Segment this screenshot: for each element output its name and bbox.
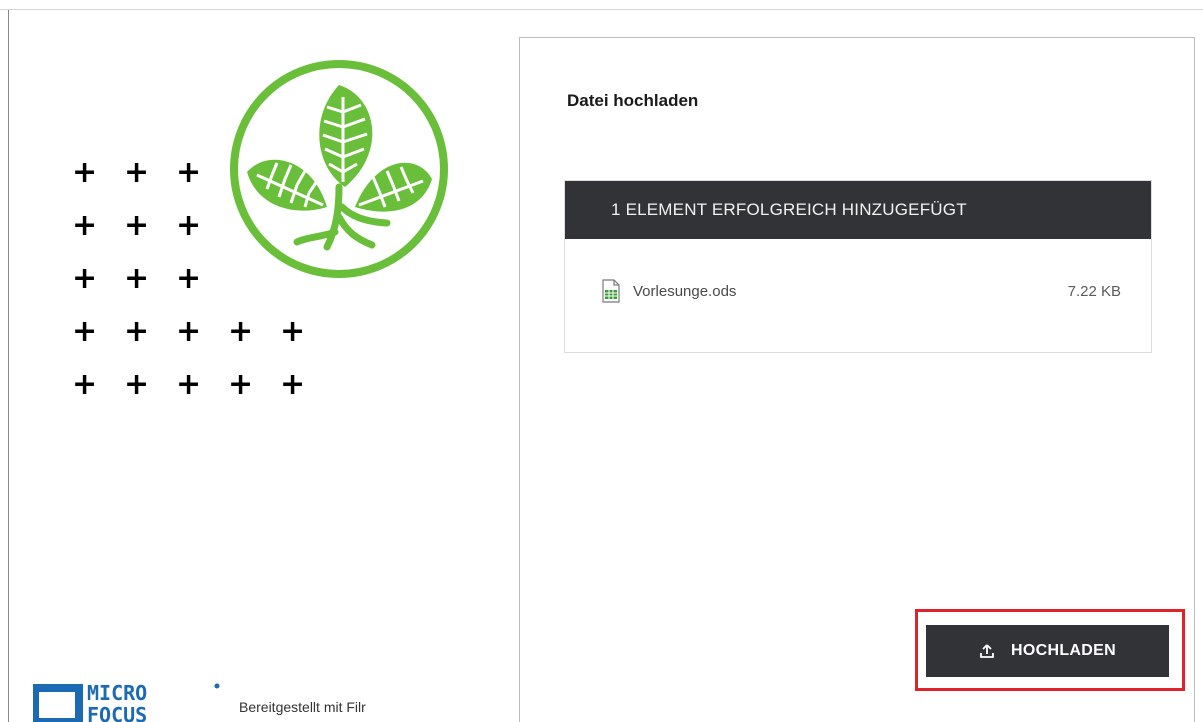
- upload-status-header: 1 ELEMENT ERFOLGREICH HINZUGEFÜGT: [565, 181, 1151, 239]
- micro-focus-logo: MICRO FOCUS: [33, 681, 220, 722]
- upload-button[interactable]: HOCHLADEN: [926, 625, 1169, 677]
- plus-icon: +: [176, 314, 202, 349]
- plus-icon: +: [124, 155, 150, 190]
- file-list-item[interactable]: Vorlesunge.ods 7.22 KB: [565, 239, 1151, 303]
- upload-status-card: 1 ELEMENT ERFOLGREICH HINZUGEFÜGT Vorles…: [564, 180, 1152, 353]
- upload-button-label: HOCHLADEN: [1011, 642, 1116, 659]
- plus-icon: +: [228, 367, 254, 402]
- powered-by-text: Bereitgestellt mit Filr: [239, 699, 366, 715]
- plus-icon: +: [72, 155, 98, 190]
- plus-icon: +: [72, 367, 98, 402]
- spreadsheet-file-icon: [602, 279, 620, 303]
- plus-icon: +: [72, 208, 98, 243]
- upload-page: + + + + + + + + + + + + + + + + + + + Datei h: [0, 0, 1203, 722]
- file-size: 7.22 KB: [1067, 283, 1121, 300]
- upload-icon: [980, 644, 994, 658]
- plus-icon: +: [176, 155, 202, 190]
- top-divider: [0, 0, 1203, 10]
- plus-icon: +: [124, 314, 150, 349]
- file-name: Vorlesunge.ods: [633, 283, 737, 300]
- logo-text-micro: MICRO: [87, 681, 147, 705]
- plus-icon: +: [228, 314, 254, 349]
- plus-icon: +: [280, 314, 306, 349]
- plus-icon: +: [124, 261, 150, 296]
- plus-icon: +: [176, 261, 202, 296]
- plus-icon: +: [72, 261, 98, 296]
- plus-icon: +: [72, 314, 98, 349]
- plus-icon: +: [176, 208, 202, 243]
- leaf-logo-icon: [230, 60, 448, 278]
- logo-text-focus: FOCUS: [87, 703, 147, 722]
- plus-icon: +: [176, 367, 202, 402]
- plus-icon: +: [124, 208, 150, 243]
- panel-title: Datei hochladen: [567, 91, 699, 110]
- plus-icon: +: [124, 367, 150, 402]
- plus-icon: +: [280, 367, 306, 402]
- left-divider: [8, 10, 9, 722]
